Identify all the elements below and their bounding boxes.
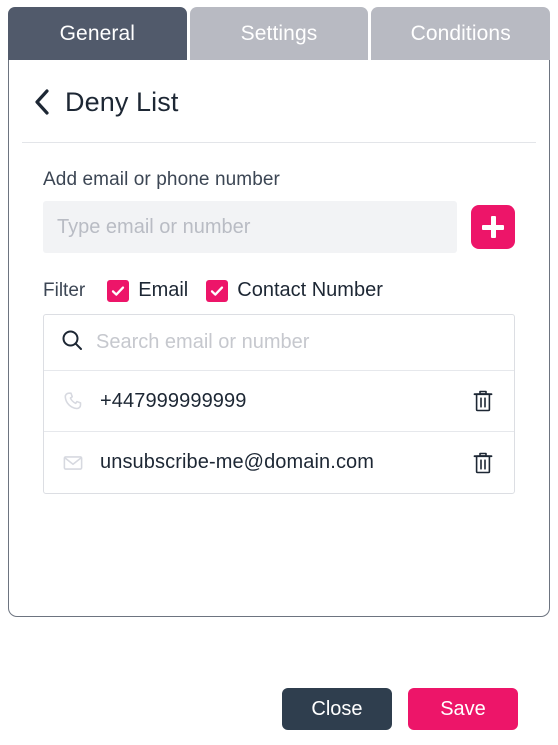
filter-email-label: Email — [138, 279, 189, 301]
page-title: Deny List — [65, 86, 179, 117]
add-entry-row — [43, 201, 515, 253]
phone-icon — [60, 390, 86, 412]
panel-body: Add email or phone number Filter Email — [9, 169, 549, 494]
delete-entry-button[interactable] — [468, 447, 498, 479]
plus-icon — [482, 216, 504, 238]
tab-conditions[interactable]: Conditions — [371, 7, 551, 60]
dialog-footer: Close Save — [0, 688, 558, 730]
add-entry-button[interactable] — [471, 205, 515, 249]
tab-settings-label: Settings — [240, 21, 318, 45]
delete-entry-button[interactable] — [468, 385, 498, 417]
search-row — [44, 315, 514, 371]
filter-row: Filter Email Contact Number — [43, 279, 515, 302]
filter-checkbox-contact-number[interactable]: Contact Number — [206, 279, 383, 302]
table-row: unsubscribe-me@domain.com — [44, 432, 514, 493]
envelope-icon — [60, 452, 86, 474]
trash-icon — [473, 390, 493, 412]
add-field-label: Add email or phone number — [43, 169, 280, 190]
add-entry-input[interactable] — [43, 201, 457, 253]
header-divider — [22, 142, 536, 143]
search-icon — [60, 328, 84, 357]
filter-label: Filter — [43, 279, 86, 301]
search-input[interactable] — [94, 330, 498, 355]
filter-checkbox-email[interactable]: Email — [107, 279, 188, 302]
filter-contact-number-label: Contact Number — [237, 279, 383, 301]
tab-general-label: General — [59, 21, 136, 45]
table-row: +447999999999 — [44, 371, 514, 432]
tab-bar: General Settings Conditions — [0, 0, 558, 60]
tab-general[interactable]: General — [8, 7, 187, 60]
trash-icon — [473, 452, 493, 473]
tab-conditions-label: Conditions — [410, 21, 511, 45]
deny-list-panel: Deny List Add email or phone number Filt… — [8, 60, 550, 617]
save-button[interactable]: Save — [408, 688, 518, 730]
deny-list-entry-value: unsubscribe-me@domain.com — [100, 451, 375, 473]
checkbox-checked-icon — [206, 279, 229, 302]
close-button[interactable]: Close — [282, 688, 392, 730]
tab-settings[interactable]: Settings — [189, 7, 369, 60]
chevron-left-icon[interactable] — [33, 89, 51, 115]
panel-header: Deny List — [9, 60, 549, 118]
deny-list-entry-value: +447999999999 — [100, 389, 247, 412]
checkbox-checked-icon — [107, 279, 130, 302]
deny-list-box: +447999999999 — [43, 314, 515, 494]
